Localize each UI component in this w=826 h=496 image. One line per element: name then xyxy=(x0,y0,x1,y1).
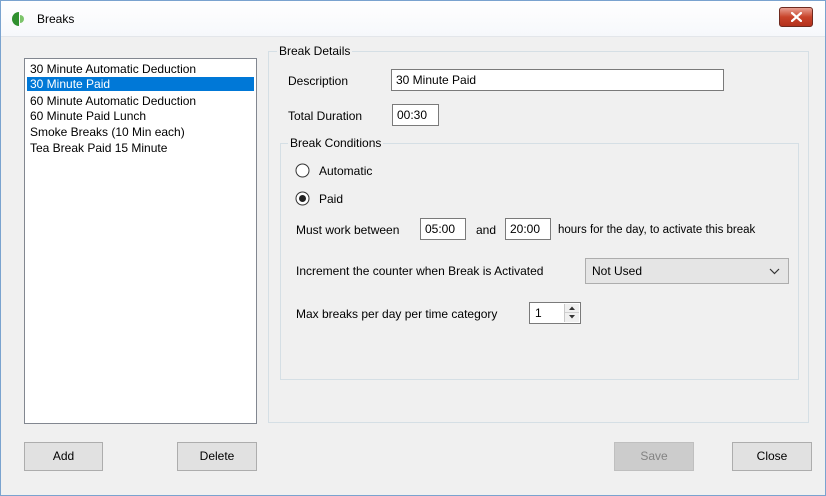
stepper-arrows xyxy=(564,304,579,322)
app-logo-icon xyxy=(12,12,24,26)
description-field[interactable]: 30 Minute Paid xyxy=(391,69,724,91)
breaks-dialog: Breaks 30 Minute Automatic Deduction 30 … xyxy=(0,0,826,496)
list-item[interactable]: 60 Minute Automatic Deduction xyxy=(27,94,254,108)
list-item[interactable]: Tea Break Paid 15 Minute xyxy=(27,141,254,155)
window-close-button[interactable] xyxy=(779,7,813,27)
automatic-radio[interactable] xyxy=(295,163,310,178)
start-time-field[interactable]: 05:00 xyxy=(420,218,466,240)
add-button[interactable]: Add xyxy=(24,442,103,471)
break-details-group-label: Break Details xyxy=(277,44,353,58)
chevron-down-icon xyxy=(769,268,780,275)
list-item[interactable]: 60 Minute Paid Lunch xyxy=(27,109,254,123)
paid-radio-label: Paid xyxy=(319,192,344,206)
must-work-label: Must work between xyxy=(296,223,400,237)
stepper-down-button[interactable] xyxy=(565,313,579,322)
close-icon xyxy=(791,12,802,22)
breaks-listbox[interactable]: 30 Minute Automatic Deduction 30 Minute … xyxy=(24,58,257,424)
max-breaks-label: Max breaks per day per time category xyxy=(296,307,498,321)
list-item[interactable]: Smoke Breaks (10 Min each) xyxy=(27,125,254,139)
and-label: and xyxy=(476,223,497,237)
total-duration-field[interactable]: 00:30 xyxy=(392,104,439,126)
close-button[interactable]: Close xyxy=(732,442,812,471)
save-button[interactable]: Save xyxy=(614,442,694,471)
title-bar: Breaks xyxy=(1,1,825,37)
increment-counter-select[interactable]: Not Used xyxy=(585,258,789,284)
increment-counter-value: Not Used xyxy=(592,264,643,278)
arrow-up-icon xyxy=(569,306,575,310)
list-item[interactable]: 30 Minute Automatic Deduction xyxy=(27,62,254,76)
arrow-down-icon xyxy=(569,315,575,319)
delete-button[interactable]: Delete xyxy=(177,442,257,471)
automatic-radio-label: Automatic xyxy=(319,164,373,178)
max-breaks-value: 1 xyxy=(535,306,542,320)
increment-label: Increment the counter when Break is Acti… xyxy=(296,264,544,278)
list-item-selected[interactable]: 30 Minute Paid xyxy=(27,77,254,91)
stepper-up-button[interactable] xyxy=(565,304,579,313)
end-time-field[interactable]: 20:00 xyxy=(505,218,551,240)
break-conditions-group-label: Break Conditions xyxy=(288,136,384,150)
description-label: Description xyxy=(288,74,349,88)
paid-radio[interactable] xyxy=(295,191,310,206)
hours-suffix-label: hours for the day, to activate this brea… xyxy=(558,224,756,236)
window-title: Breaks xyxy=(37,12,75,26)
total-duration-label: Total Duration xyxy=(288,109,363,123)
max-breaks-stepper[interactable]: 1 xyxy=(529,302,581,324)
